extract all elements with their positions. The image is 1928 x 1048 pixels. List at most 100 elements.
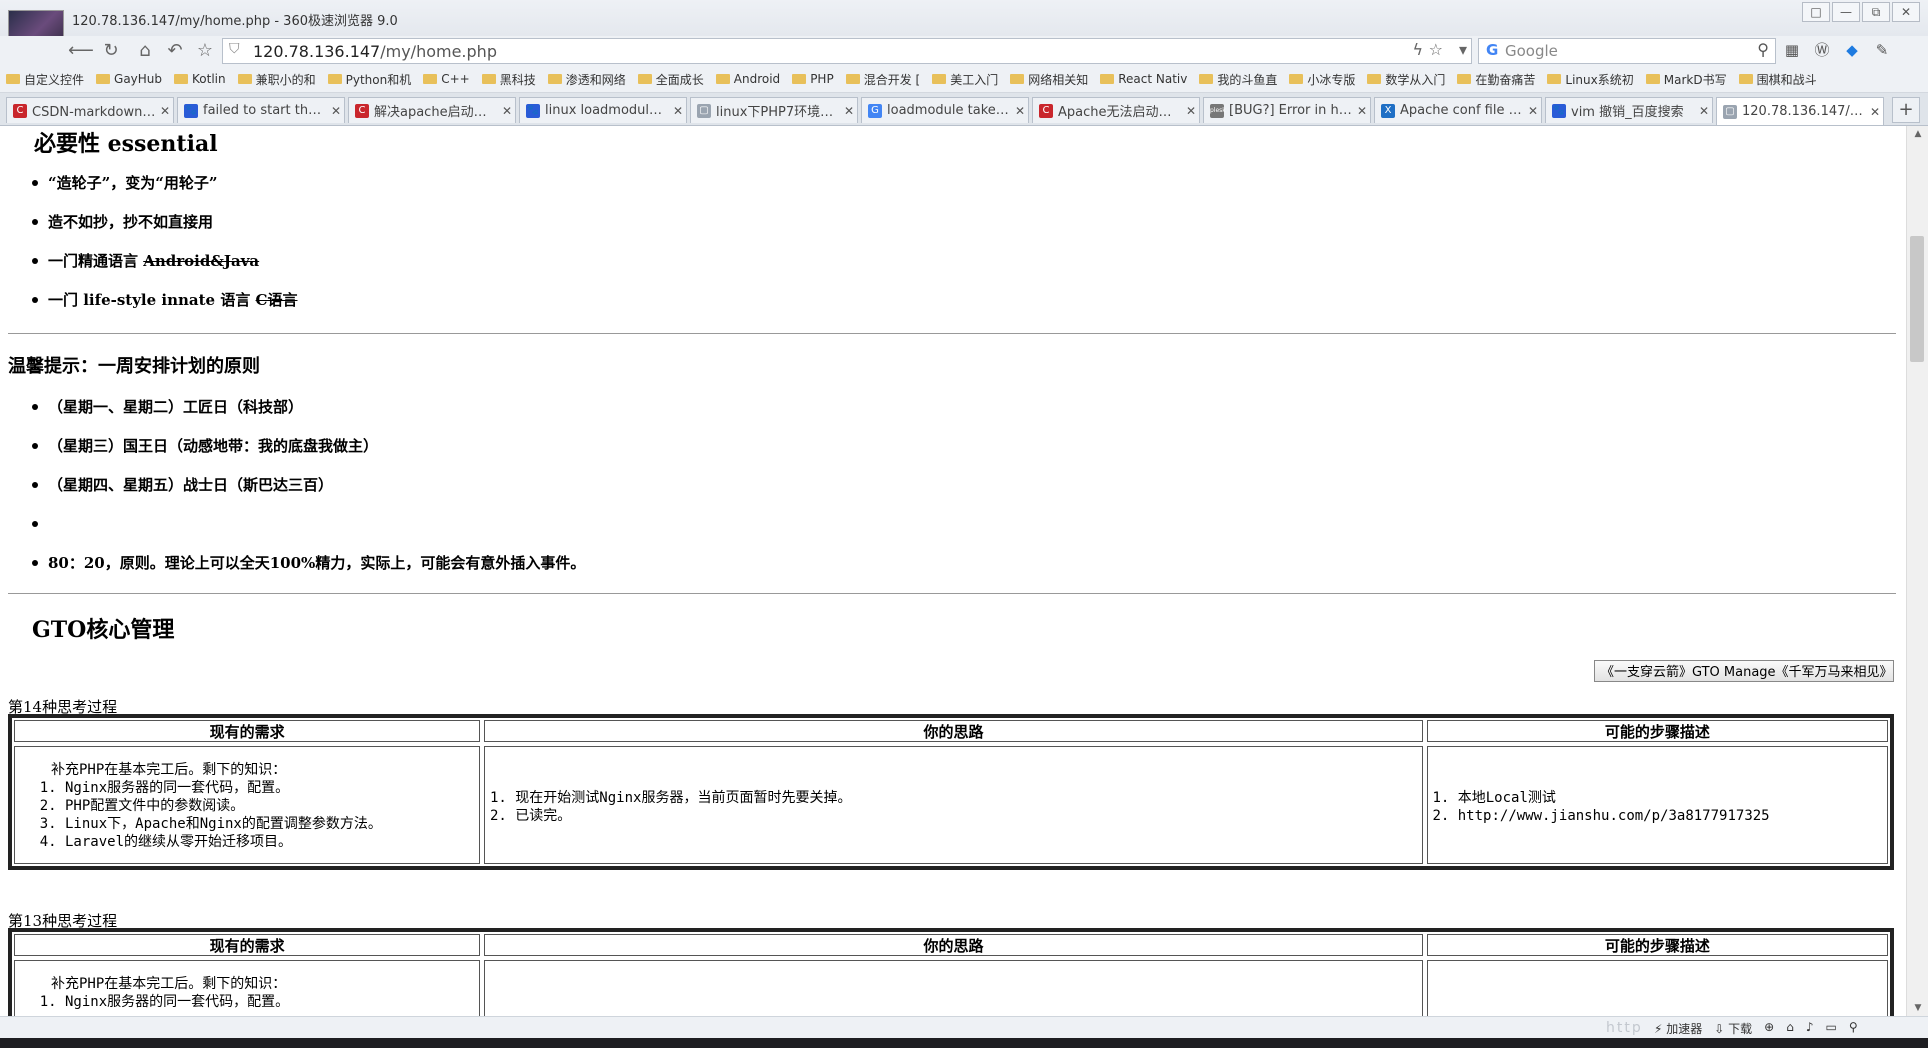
tab-close-icon[interactable]: ✕ — [670, 104, 686, 118]
folder-icon — [1645, 74, 1660, 84]
zoom-icon[interactable]: ⚲ — [1849, 1020, 1858, 1037]
folder-icon — [715, 74, 730, 84]
undo-close-icon[interactable]: ↶ — [164, 40, 186, 62]
tab-close-icon[interactable]: ✕ — [1696, 104, 1712, 118]
bookmark-folder[interactable]: 全面成长 — [637, 71, 704, 88]
bookmark-folder[interactable]: 我的斗鱼直 — [1199, 71, 1277, 88]
bookmark-label: PHP — [810, 72, 834, 86]
bookmark-folder[interactable]: 围棋和战斗 — [1738, 71, 1817, 88]
tab-apache-conf[interactable]: X Apache conf file Loa ✕ — [1374, 97, 1542, 123]
sound-icon[interactable]: ♪ — [1806, 1020, 1814, 1037]
folder-icon — [792, 74, 807, 84]
bookmark-folder[interactable]: C++ — [423, 72, 470, 86]
tab-label: [BUG?] Error in http — [1229, 103, 1354, 118]
tab-loadmodule-takes[interactable]: Gloadmodule takes tw ✕ — [861, 97, 1029, 123]
tab-close-icon[interactable]: ✕ — [1525, 104, 1541, 118]
home-icon[interactable]: ⌂ — [134, 40, 156, 62]
tab-close-icon[interactable]: ✕ — [328, 104, 344, 118]
tab-home-php[interactable]: ▢ 120.78.136.147/my/h✕ — [1716, 97, 1884, 125]
bookmark-folder[interactable]: MarkD书写 — [1645, 71, 1727, 88]
bookmark-folder[interactable]: 自定义控件 — [6, 71, 84, 88]
tab-csdn-markdown[interactable]: C CSDN-markdown编辑 ✕ — [6, 97, 174, 123]
tab-bug-error[interactable]: plesk [BUG?] Error in http ✕ — [1203, 97, 1371, 123]
tab-close-icon[interactable]: ✕ — [1354, 104, 1370, 118]
bookmark-folder[interactable]: 美工入门 — [932, 71, 998, 88]
tab-close-icon[interactable]: ✕ — [499, 104, 515, 118]
tab-linux-loadmodule[interactable]: 🐾 linux loadmodule ph ✕ — [519, 97, 687, 123]
home-icon[interactable]: ⌂ — [1786, 1020, 1794, 1037]
bookmark-label: Android — [733, 72, 781, 86]
maximize-button[interactable]: ⧉ — [1862, 2, 1890, 22]
bookmark-folder[interactable]: 数学从入门 — [1367, 71, 1445, 88]
tab-favicon-icon: plesk — [1210, 103, 1226, 118]
bookmark-star-icon[interactable]: ☆ — [1429, 40, 1443, 59]
bookmark-folder[interactable]: Kotlin — [174, 72, 226, 86]
screenshot-icon[interactable]: ⊕ — [1764, 1020, 1774, 1037]
vertical-scrollbar[interactable]: ▲ ▼ — [1906, 126, 1928, 1016]
new-tab-button[interactable]: + — [1892, 97, 1920, 123]
skin-button[interactable]: □ — [1802, 2, 1830, 22]
address-bar[interactable]: ⛉ 120.78.136.147/my/home.php ϟ ☆ ▾ — [222, 38, 1472, 64]
search-icon[interactable]: ⚲ — [1757, 40, 1769, 59]
bookmark-folder[interactable]: 混合开发 [ — [845, 71, 920, 88]
lightning-icon[interactable]: ϟ — [1412, 40, 1423, 59]
tab-label: CSDN-markdown编辑 — [32, 105, 157, 120]
bookmark-folder[interactable]: 在勤奋痛苦 — [1457, 71, 1535, 88]
list-item: 一门 life-style innate 语言 C语言 — [32, 289, 298, 328]
close-button[interactable]: ✕ — [1892, 2, 1920, 22]
list-item: 80：20，原则。理论上可以全天100%精力，实际上，可能会有意外插入事件。 — [31, 552, 585, 591]
bookmark-label: 自定义控件 — [24, 72, 85, 87]
bookmark-folder[interactable]: PHP — [792, 72, 834, 86]
wordpress-icon[interactable]: Ⓦ — [1812, 40, 1832, 60]
list-item: “造轮子”，变为“用轮子” — [32, 172, 298, 211]
bookmark-folder[interactable]: GayHub — [96, 72, 162, 86]
refresh-icon[interactable]: ↻ — [100, 40, 122, 62]
bookmark-folder[interactable]: 小冰专版 — [1289, 71, 1355, 88]
favorite-star-icon[interactable]: ☆ — [194, 40, 216, 62]
bookmark-folder[interactable]: Python和机 — [327, 71, 411, 88]
gto-manage-button[interactable]: 《一支穿云箭》GTO Manage《千军万马来相见》 — [1594, 660, 1894, 682]
tab-favicon-icon: 🐾 — [184, 103, 198, 118]
tab-vim-undo[interactable]: 🐾 vim 撤销_百度搜索 ✕ — [1545, 97, 1713, 123]
minimize-button[interactable]: — — [1832, 2, 1860, 22]
folder-icon — [1199, 74, 1214, 84]
download-button[interactable]: ⇩ 下载 — [1714, 1020, 1752, 1037]
back-icon[interactable]: ⟵ — [68, 40, 94, 62]
window-icon[interactable]: ▭ — [1826, 1020, 1837, 1037]
tab-close-icon[interactable]: ✕ — [841, 104, 857, 118]
extension-icon[interactable]: ◆ — [1842, 40, 1862, 60]
bookmark-folder[interactable]: 兼职小的和 — [237, 71, 316, 88]
bookmark-folder[interactable]: React Nativ — [1100, 72, 1187, 86]
tab-favicon-icon: C — [355, 103, 369, 118]
bookmark-folder[interactable]: 网络相关知 — [1010, 71, 1088, 88]
tab-apache-fail[interactable]: C 解决apache启动失败 ✕ — [348, 97, 516, 123]
tab-apache-cannot-start[interactable]: C Apache无法启动解决 ✕ — [1032, 97, 1200, 123]
bookmark-folder[interactable]: 黑科技 — [481, 71, 536, 88]
tab-close-icon[interactable]: ✕ — [1012, 104, 1028, 118]
settings-wrench-icon[interactable]: ✎ — [1872, 40, 1892, 60]
scroll-down-icon[interactable]: ▼ — [1907, 1000, 1928, 1016]
search-box[interactable]: G Google ⚲ — [1478, 38, 1776, 64]
bookmark-folder[interactable]: 渗透和网络 — [547, 71, 626, 88]
scrollbar-thumb[interactable] — [1910, 236, 1924, 362]
struck-text: Android&Java — [143, 252, 260, 270]
tab-close-icon[interactable]: ✕ — [157, 104, 173, 118]
tab-php7-env[interactable]: ▢ linux下PHP7环境搭建 ✕ — [690, 97, 858, 123]
security-shield-icon: ⛉ — [229, 41, 240, 57]
header-need: 现有的需求 — [14, 934, 481, 956]
url-text[interactable]: 120.78.136.147/my/home.php — [253, 42, 497, 61]
bookmark-label: React Nativ — [1118, 72, 1188, 86]
dropdown-icon[interactable]: ▾ — [1459, 40, 1467, 59]
tab-close-icon[interactable]: ✕ — [1867, 105, 1883, 119]
tab-failed-to-start[interactable]: 🐾 failed to start the ap ✕ — [177, 97, 345, 123]
tab-close-icon[interactable]: ✕ — [1183, 104, 1199, 118]
tab-label: Apache无法启动解决 — [1058, 105, 1183, 120]
folder-icon — [96, 74, 111, 84]
scroll-up-icon[interactable]: ▲ — [1907, 126, 1928, 142]
bookmark-folder[interactable]: Linux系统初 — [1547, 71, 1634, 88]
tab-favicon-icon: C — [13, 103, 27, 118]
grid-apps-icon[interactable]: ▦ — [1782, 40, 1802, 60]
accelerator-button[interactable]: ⚡ 加速器 — [1654, 1020, 1702, 1037]
url-path: /my/home.php — [380, 42, 497, 61]
bookmark-folder[interactable]: Android — [715, 72, 781, 86]
